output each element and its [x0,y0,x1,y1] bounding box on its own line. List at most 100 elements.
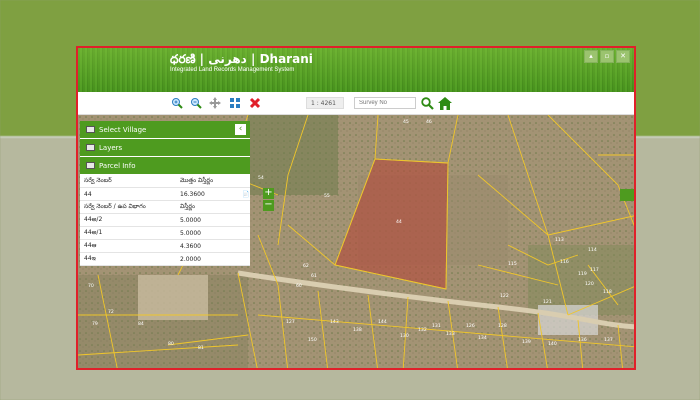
empty-cell [242,175,250,188]
parcel-number-label: 46 [426,119,432,125]
parcel-cell-survey: సర్వే నెంబర్ [80,175,176,188]
map-zoom-in-button[interactable]: + [263,188,274,199]
parcel-number-label: 128 [498,323,507,329]
window-controls: ▴ ▫ ✕ [584,50,630,63]
app-subtitle: Integrated Land Records Management Syste… [170,67,295,73]
parcel-cell-survey: 44 [80,187,176,201]
parcel-number-label: 60 [296,283,302,289]
parcel-number-label: 120 [585,281,594,287]
parcel-number-label: 139 [522,339,531,345]
parcel-number-label: 117 [590,267,599,273]
parcel-cell-survey: 44ఆ [80,239,176,253]
parcel-cell-extent: 5.0000 [176,226,242,240]
parcel-number-label: 136 [578,337,587,343]
parcel-cell-extent: 16.3600 [176,187,242,201]
parcel-info-label: Parcel Info [99,161,136,170]
parcel-info-row: సర్వే నెంబర్ / ఉప విభాగం విస్తీర్ణం [80,200,250,214]
parcel-info-row: 44 16.3600 📄 [80,187,250,201]
select-village-header[interactable]: Select Village ‹ [80,121,250,139]
empty-cell [242,226,250,240]
parcel-number-label: 113 [555,237,564,243]
header-banner: ధరణి | دھرنی | Dharani Integrated Land R… [78,48,634,92]
layers-label: Layers [99,143,123,152]
parcel-info-row: 44అ/1 5.0000 [80,226,250,240]
parcel-number-label: 132 [418,327,427,333]
parcel-number-label: 119 [578,271,587,277]
parcel-info-table: సర్వే నెంబర్ మొత్తం విస్తీర్ణం 44 16.3600 📄 స… [80,175,250,266]
zoom-out-icon[interactable] [189,96,203,110]
side-panel: Select Village ‹ Layers Parcel Info సర్వ… [80,121,250,266]
minimize-button[interactable]: ▴ [584,50,598,63]
parcel-number-label: 133 [446,331,455,337]
parcel-number-label: 114 [588,247,597,253]
scale-field[interactable]: 1 : 4261 [306,97,344,109]
parcel-cell-extent: మొత్తం విస్తీర్ణం [176,175,242,188]
empty-cell [242,213,250,227]
dharani-window: ధరణి | دھرنی | Dharani Integrated Land R… [76,46,636,370]
clear-icon[interactable] [248,96,262,110]
parcel-number-label: 150 [308,337,317,343]
list-icon [86,144,95,151]
parcel-cell-extent: 5.0000 [176,213,242,227]
parcel-cell-extent: 4.3600 [176,239,242,253]
parcel-cell-extent: విస్తీర్ణం [176,200,242,214]
parcel-number-label: 62 [303,263,309,269]
list-icon [86,162,95,169]
parcel-number-label: 61 [311,273,317,279]
parcel-number-label: 134 [478,335,487,341]
parcel-number-label: 137 [604,337,613,343]
parcel-info-row: 44ఆ 4.3600 [80,239,250,253]
parcel-number-label: 118 [603,289,612,295]
parcel-number-label: 81 [198,345,204,351]
survey-number-input[interactable] [354,97,416,109]
parcel-number-label: 45 [403,119,409,125]
parcel-number-label: 115 [508,261,517,267]
parcel-number-label: 138 [353,327,362,333]
parcel-number-label: 80 [168,341,174,347]
parcel-number-label: 55 [324,193,330,199]
list-icon [86,126,95,133]
parcel-info-row: 44ఇ 2.0000 [80,252,250,266]
parcel-number-label: 70 [88,283,94,289]
empty-cell [242,200,250,214]
layer-switcher-button[interactable] [620,189,634,201]
full-extent-icon[interactable] [228,96,242,110]
parcel-cell-survey: 44అ/2 [80,213,176,227]
parcel-number-label: 116 [560,259,569,265]
parcel-cell-survey: 44ఇ [80,252,176,266]
parcel-number-label: 121 [543,299,552,305]
empty-cell [242,252,250,266]
parcel-number-label: 126 [466,323,475,329]
parcel-number-label: 131 [432,323,441,329]
parcel-info-header[interactable]: Parcel Info [80,157,250,175]
parcel-number-label: 143 [330,319,339,325]
parcel-number-label: 127 [286,319,295,325]
maximize-button[interactable]: ▫ [600,50,614,63]
map-zoom-out-button[interactable]: − [263,200,274,211]
layers-header[interactable]: Layers [80,139,250,157]
parcel-number-label: 140 [548,341,557,347]
parcel-number-label: 72 [108,309,114,315]
empty-cell [242,239,250,253]
map-toolbar: 1 : 4261 [78,92,634,115]
parcel-cell-survey: 44అ/1 [80,226,176,240]
home-icon[interactable] [438,96,452,110]
parcel-number-label: 130 [400,333,409,339]
select-village-label: Select Village [99,125,147,134]
close-button[interactable]: ✕ [616,50,630,63]
parcel-number-label: 54 [258,175,264,181]
parcel-info-row: సర్వే నెంబర్ మొత్తం విస్తీర్ణం [80,175,250,188]
collapse-panel-icon[interactable]: ‹ [235,124,246,135]
map-zoom-control: + − [263,188,274,212]
pan-icon[interactable] [208,96,222,110]
document-icon[interactable]: 📄 [242,187,250,201]
zoom-in-icon[interactable] [170,96,184,110]
parcel-cell-extent: 2.0000 [176,252,242,266]
parcel-number-label: 44 [396,219,402,225]
search-icon[interactable] [420,96,434,110]
parcel-number-label: 79 [92,321,98,327]
parcel-cell-survey: సర్వే నెంబర్ / ఉప విభాగం [80,200,176,214]
parcel-number-label: 84 [138,321,144,327]
parcel-info-row: 44అ/2 5.0000 [80,213,250,227]
parcel-number-label: 122 [500,293,509,299]
